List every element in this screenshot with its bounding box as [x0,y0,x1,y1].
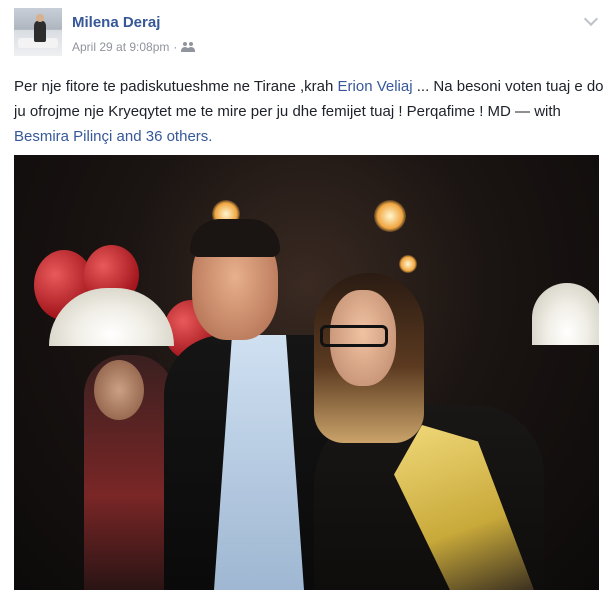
hanging-lamp-right [532,283,599,345]
friends-icon[interactable] [181,42,196,52]
ceiling-light-3 [399,255,417,273]
tag-others[interactable]: 36 others [146,128,209,145]
tag-erion-veliaj[interactable]: Erion Veliaj [338,78,413,95]
meta-separator: · [173,40,178,54]
post-photo[interactable] [14,155,599,590]
older-woman-head [94,360,144,420]
post-text-part1: Per nje fitore te padiskutueshme ne Tira… [14,78,338,95]
facebook-post: Milena Deraj April 29 at 9:08pm · Per nj… [0,0,614,590]
post-meta: April 29 at 9:08pm · [72,40,196,54]
ceiling-light-2 [374,200,406,232]
woman-glasses [320,325,388,347]
author-avatar[interactable] [14,8,62,56]
avatar-person [34,20,46,42]
man-hair [190,219,280,257]
tag-and: and [112,128,146,145]
post-text-end: . [208,128,213,145]
author-name[interactable]: Milena Deraj [72,14,160,31]
chevron-down-icon[interactable] [583,11,599,27]
post-timestamp[interactable]: April 29 at 9:08pm [72,40,169,54]
post-text: Per nje fitore te padiskutueshme ne Tira… [14,74,604,149]
avatar-head [36,14,44,22]
tag-besmira-pilinci[interactable]: Besmira Pilinçi [14,128,112,145]
